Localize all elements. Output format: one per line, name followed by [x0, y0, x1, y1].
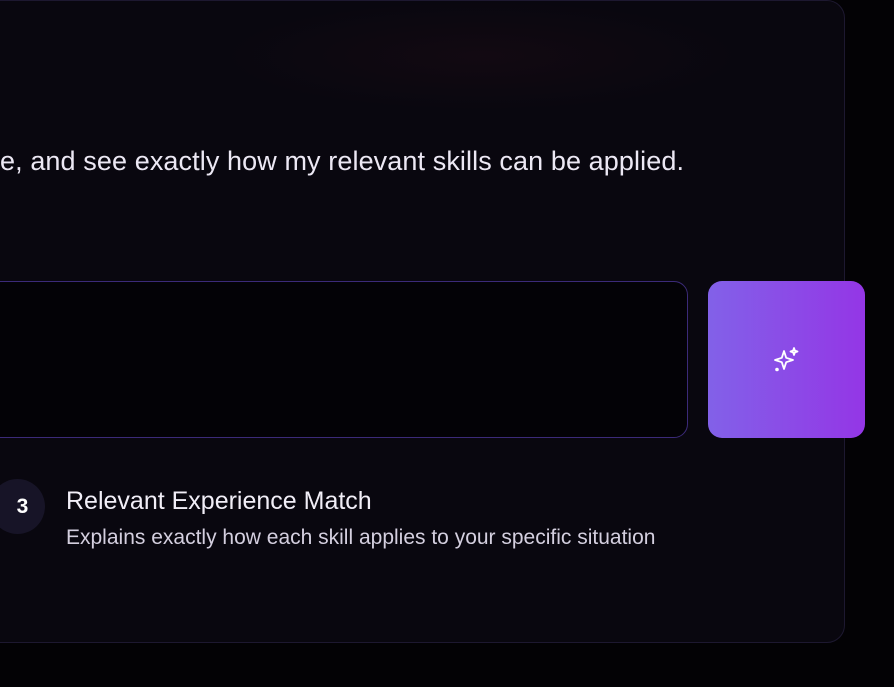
- step-description: Explains exactly how each skill applies …: [66, 526, 656, 549]
- card-glow: [221, 1, 741, 111]
- intro-description: e, and see exactly how my relevant skill…: [0, 146, 685, 176]
- sparkles-icon: [772, 345, 802, 375]
- step-title: Relevant Experience Match: [66, 487, 372, 515]
- job-description-input[interactable]: [0, 281, 688, 438]
- generate-button[interactable]: [708, 281, 865, 438]
- page-root: e, and see exactly how my relevant skill…: [0, 0, 894, 687]
